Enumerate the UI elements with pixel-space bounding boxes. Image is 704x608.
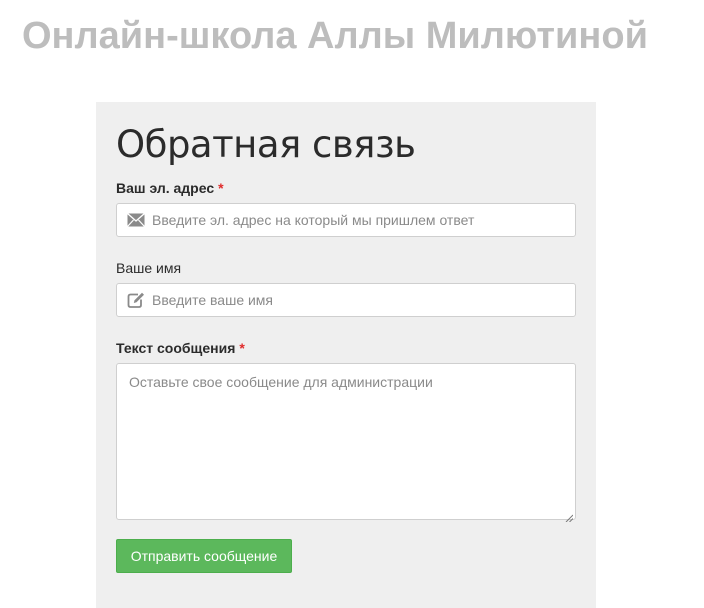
feedback-form: Обратная связь Ваш эл. адрес * Введите эл… (96, 102, 596, 608)
email-label: Ваш эл. адрес * (116, 179, 224, 197)
message-label: Текст сообщения * (116, 339, 245, 357)
message-placeholder: Оставьте свое сообщение для администраци… (129, 374, 433, 390)
edit-icon (127, 292, 145, 308)
form-heading: Обратная связь (116, 123, 416, 166)
email-placeholder: Введите эл. адрес на который мы пришлем … (152, 212, 475, 228)
email-label-text: Ваш эл. адрес (116, 180, 215, 196)
envelope-icon (127, 212, 145, 228)
name-field[interactable]: Введите ваше имя (116, 283, 576, 317)
message-label-text: Текст сообщения (116, 340, 236, 356)
name-label: Ваше имя (116, 260, 182, 276)
message-textarea[interactable]: Оставьте свое сообщение для администраци… (116, 363, 576, 523)
resize-handle-icon[interactable] (565, 509, 574, 523)
site-title: Онлайн-школа Аллы Милютиной (22, 15, 648, 57)
email-field[interactable]: Введите эл. адрес на который мы пришлем … (116, 203, 576, 237)
name-placeholder: Введите ваше имя (152, 292, 274, 308)
submit-button[interactable]: Отправить сообщение (116, 539, 292, 573)
required-mark: * (218, 180, 224, 196)
required-mark: * (239, 340, 245, 356)
